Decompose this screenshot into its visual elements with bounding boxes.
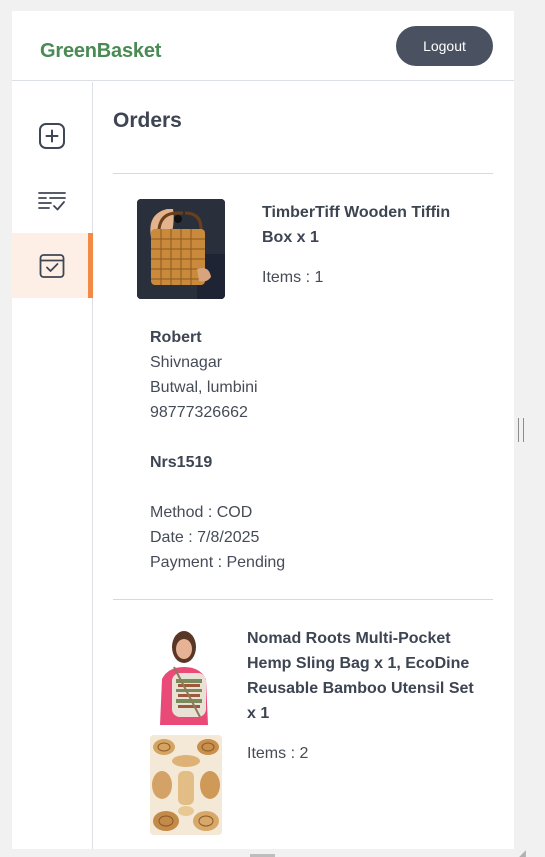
order-items-count: Items : 1 xyxy=(262,269,324,286)
product-image-utensil-set[interactable] xyxy=(150,735,222,835)
customer-phone: 98777326662 xyxy=(150,404,248,421)
customer-street: Shivnagar xyxy=(150,354,223,371)
calendar-check-icon xyxy=(39,253,65,278)
sidebar-item-orders[interactable] xyxy=(12,233,93,298)
add-square-icon xyxy=(39,122,65,149)
app-window: GreenBasket Logout Orders TimberTiff Woo… xyxy=(12,11,514,849)
payment-method: Method : COD xyxy=(150,504,253,521)
order-product-name: TimberTiff Wooden Tiffin Box x 1 xyxy=(262,204,451,246)
logout-button[interactable]: Logout xyxy=(396,26,493,66)
product-image-tiffin-box[interactable] xyxy=(137,199,225,299)
page-title: Orders xyxy=(113,109,182,132)
sidebar-item-list[interactable] xyxy=(12,168,92,233)
orders-panel: Orders TimberTiff Wooden Tiffin Box x 1 … xyxy=(94,82,514,849)
order-items-count: Items : 2 xyxy=(247,745,309,762)
order-date: Date : 7/8/2025 xyxy=(150,529,260,546)
order-amount: Nrs1519 xyxy=(150,454,213,471)
customer-city: Butwal, lumbini xyxy=(150,379,258,396)
customer-name: Robert xyxy=(150,329,202,346)
product-image-sling-bag[interactable] xyxy=(150,627,222,725)
top-header: GreenBasket Logout xyxy=(12,11,514,81)
payment-status: Payment : Pending xyxy=(150,554,286,571)
divider xyxy=(113,599,493,600)
brand-logo[interactable]: GreenBasket xyxy=(40,40,161,63)
sidebar xyxy=(12,82,93,849)
list-check-icon xyxy=(38,191,66,210)
order-product-name: Nomad Roots Multi-Pocket Hemp Sling Bag … xyxy=(247,630,474,722)
sidebar-item-add[interactable] xyxy=(12,103,92,168)
divider xyxy=(113,173,493,174)
resize-handle[interactable] xyxy=(518,418,524,442)
corner-resize-icon[interactable]: ◢ xyxy=(519,848,526,857)
